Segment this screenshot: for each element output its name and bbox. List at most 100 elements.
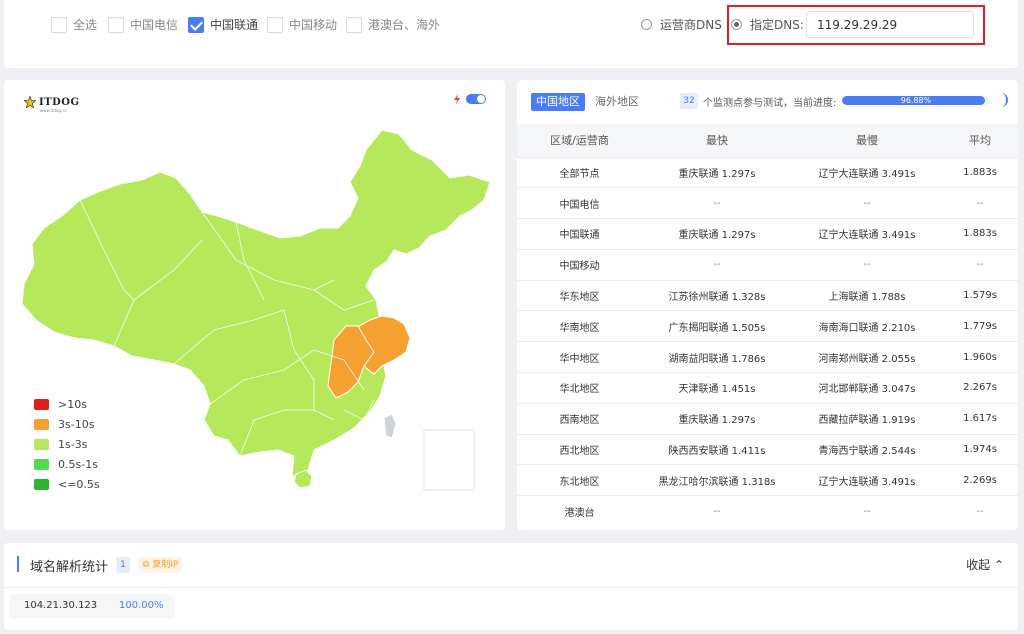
checkbox-label: 中国联通 xyxy=(210,18,259,32)
table-cell: 辽宁大连联通 3.491s xyxy=(792,464,942,496)
legend-swatch xyxy=(34,438,49,450)
table-cell: -- xyxy=(642,187,792,219)
column-header: 平均 xyxy=(942,124,1018,157)
copy-ip-button[interactable]: ⧉ 复制IP xyxy=(139,557,183,573)
table-cell: -- xyxy=(942,495,1018,527)
table-cell: 上海联通 1.788s xyxy=(792,279,942,311)
unicom-checkbox[interactable]: 中国联通 xyxy=(188,16,258,33)
map-panel: ITDOG www.itdog.cn >10s 3s-10s 1s-3s 0.5… xyxy=(4,80,505,530)
table-row: 全部节点 重庆联通 1.297s 辽宁大连联通 3.491s 1.883s xyxy=(517,156,1018,188)
ip-count-badge: 1 xyxy=(116,557,130,573)
radio-label: 运营商DNS xyxy=(660,18,722,32)
checkbox-box[interactable] xyxy=(108,16,124,33)
legend-label: >10s xyxy=(58,397,87,411)
table-cell: 1.579s xyxy=(942,279,1018,311)
table-cell: 东北地区 xyxy=(517,464,642,496)
logo-text: ITDOG xyxy=(39,96,80,108)
legend-item: 0.5s-1s xyxy=(34,454,100,474)
table-row: 港澳台 -- -- -- xyxy=(517,495,1018,527)
table-row: 中国移动 -- -- -- xyxy=(517,248,1018,281)
ip-entry[interactable]: 104.21.30.123 100.00% xyxy=(10,594,174,618)
table-cell: -- xyxy=(792,187,942,219)
table-cell: -- xyxy=(942,187,1018,219)
table-cell: 湖南益阳联通 1.786s xyxy=(642,341,792,373)
toggle-switch[interactable] xyxy=(466,94,486,104)
legend-item: 3s-10s xyxy=(34,414,100,434)
isp-dns-radio[interactable]: 运营商DNS xyxy=(641,16,722,33)
tab-china-region[interactable]: 中国地区 xyxy=(531,93,585,111)
progress-label: 个监测点参与测试，当前进度: xyxy=(703,98,837,109)
table-cell: 中国联通 xyxy=(517,218,642,250)
legend-item: >10s xyxy=(34,394,100,414)
checkbox-label: 全选 xyxy=(73,18,98,32)
table-row: 西北地区 陕西西安联通 1.411s 青海西宁联通 2.544s 1.974s xyxy=(517,433,1018,465)
tab-overseas-region[interactable]: 海外地区 xyxy=(595,93,639,111)
table-row: 中国联通 重庆联通 1.297s 辽宁大连联通 3.491s 1.883s xyxy=(517,218,1018,250)
checkbox-box[interactable] xyxy=(188,16,204,33)
table-cell: 重庆联通 1.297s xyxy=(642,218,792,250)
table-cell: 河北邯郸联通 3.047s xyxy=(792,372,942,404)
select-all-checkbox[interactable]: 全选 xyxy=(51,16,97,33)
copy-icon: ⧉ xyxy=(143,560,150,570)
legend-swatch xyxy=(34,458,49,470)
dns-server-input[interactable] xyxy=(806,11,974,38)
table-row: 华北地区 天津联通 1.451s 河北邯郸联通 3.047s 2.267s xyxy=(517,372,1018,404)
legend-label: 3s-10s xyxy=(58,417,95,431)
table-cell: -- xyxy=(792,495,942,527)
table-cell: 华东地区 xyxy=(517,279,642,311)
table-cell: 江苏徐州联通 1.328s xyxy=(642,279,792,311)
loading-spinner-icon xyxy=(998,93,1008,107)
custom-dns-radio[interactable]: 指定DNS: xyxy=(731,16,804,33)
table-cell: 1.960s xyxy=(942,341,1018,373)
filter-bar: 全选 中国电信 中国联通 中国移动 港澳台、海外 运营商DNS 指定DNS: xyxy=(4,0,1018,68)
logo-icon xyxy=(24,96,36,108)
collapse-button[interactable]: 收起 ⌃ xyxy=(966,556,1004,573)
table-cell: 河南郑州联通 2.055s xyxy=(792,341,942,373)
legend-swatch xyxy=(34,478,49,490)
table-cell: 西藏拉萨联通 1.919s xyxy=(792,402,942,435)
table-cell: 辽宁大连联通 3.491s xyxy=(792,156,942,188)
table-header-row: 区域/运营商 最快 最慢 平均 xyxy=(517,124,1018,157)
table-cell: -- xyxy=(642,495,792,527)
radio-label: 指定DNS: xyxy=(750,18,804,32)
itdog-logo: ITDOG www.itdog.cn xyxy=(24,96,80,113)
table-cell: 华中地区 xyxy=(517,341,642,373)
node-count-badge: 32 xyxy=(680,93,698,109)
table-row: 中国电信 -- -- -- xyxy=(517,187,1018,219)
table-cell: -- xyxy=(942,248,1018,281)
radio-circle[interactable] xyxy=(731,19,742,30)
divider xyxy=(4,587,1018,588)
table-cell: 重庆联通 1.297s xyxy=(642,402,792,435)
checkbox-box[interactable] xyxy=(346,16,362,33)
table-cell: 2.267s xyxy=(942,372,1018,404)
results-panel: 中国地区 海外地区 32 个监测点参与测试，当前进度: 96.88% 区域/运营… xyxy=(517,80,1018,530)
legend-item: <=0.5s xyxy=(34,474,100,494)
table-row: 华东地区 江苏徐州联通 1.328s 上海联通 1.788s 1.579s xyxy=(517,279,1018,311)
overseas-checkbox[interactable]: 港澳台、海外 xyxy=(346,16,440,33)
radio-circle[interactable] xyxy=(641,19,652,30)
table-cell: 陕西西安联通 1.411s xyxy=(642,433,792,465)
section-accent-bar xyxy=(17,556,19,572)
table-row: 华南地区 广东揭阳联通 1.505s 海南海口联通 2.210s 1.779s xyxy=(517,310,1018,342)
lightning-icon xyxy=(454,94,460,104)
checkbox-label: 港澳台、海外 xyxy=(368,18,441,32)
map-legend: >10s 3s-10s 1s-3s 0.5s-1s <=0.5s xyxy=(34,394,100,494)
checkbox-box[interactable] xyxy=(267,16,283,33)
map-toggle[interactable] xyxy=(454,94,486,104)
legend-swatch xyxy=(34,398,49,410)
table-cell: 黑龙江哈尔滨联通 1.318s xyxy=(642,464,792,496)
domain-stats-panel: 域名解析统计 1 ⧉ 复制IP 收起 ⌃ 104.21.30.123 100.0… xyxy=(4,543,1018,630)
results-table: 区域/运营商 最快 最慢 平均 全部节点 重庆联通 1.297s 辽宁大连联通 3.… xyxy=(517,124,1018,527)
table-cell: 青海西宁联通 2.544s xyxy=(792,433,942,465)
progress-percent: 96.88% xyxy=(900,96,932,105)
chevron-up-icon: ⌃ xyxy=(993,558,1004,572)
checkbox-box[interactable] xyxy=(51,16,67,33)
telecom-checkbox[interactable]: 中国电信 xyxy=(108,16,178,33)
table-cell: 辽宁大连联通 3.491s xyxy=(792,218,942,250)
checkbox-label: 中国电信 xyxy=(130,18,179,32)
table-row: 西南地区 重庆联通 1.297s 西藏拉萨联通 1.919s 1.617s xyxy=(517,402,1018,435)
table-cell: -- xyxy=(792,248,942,281)
mobile-checkbox[interactable]: 中国移动 xyxy=(267,16,337,33)
logo-subtext: www.itdog.cn xyxy=(40,108,67,113)
collapse-label: 收起 xyxy=(966,558,991,572)
